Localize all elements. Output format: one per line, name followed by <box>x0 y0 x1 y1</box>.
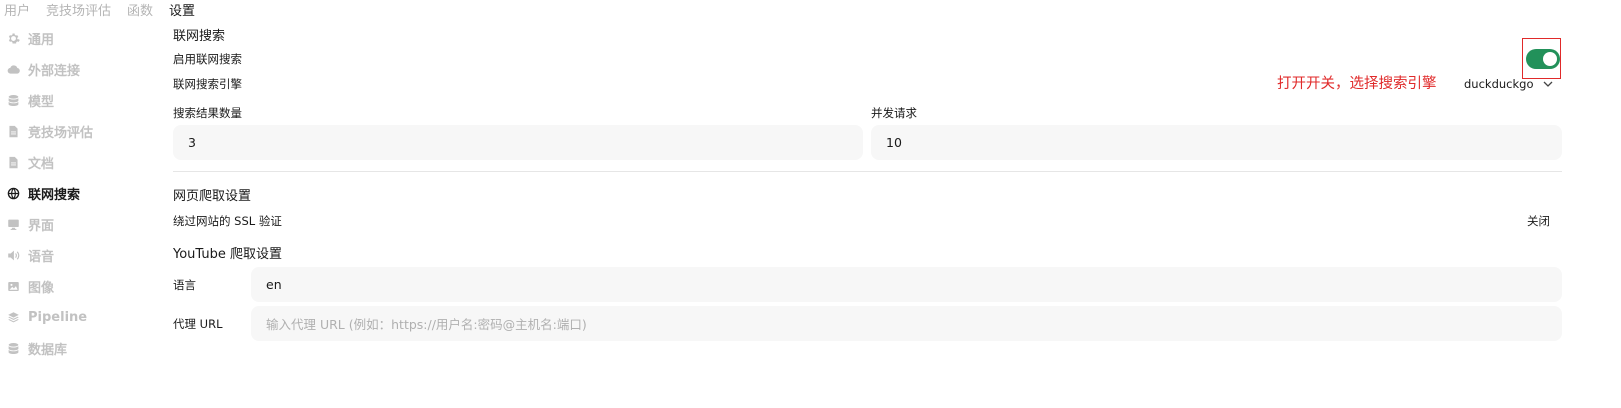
monitor-icon <box>6 217 20 231</box>
proxy-url-input[interactable]: 输入代理 URL (例如：https://用户名:密码@主机名:端口) <box>251 306 1562 341</box>
ssl-bypass-toggle[interactable]: 关闭 <box>1527 213 1550 229</box>
document-icon <box>6 155 20 169</box>
language-label: 语言 <box>173 278 196 292</box>
sidebar-item-pipeline[interactable]: Pipeline <box>6 307 87 327</box>
sidebar-item-documents[interactable]: 文档 <box>6 152 54 172</box>
crawl-section-title: 网页爬取设置 <box>173 189 252 204</box>
cloud-icon <box>6 62 20 76</box>
sidebar-item-label: 通用 <box>28 32 55 48</box>
sidebar-item-label: 语音 <box>28 249 55 265</box>
tab-arena[interactable]: 竞技场评估 <box>46 0 111 19</box>
youtube-section-title: YouTube 爬取设置 <box>173 247 282 262</box>
concurrent-requests-input[interactable]: 10 <box>871 125 1562 160</box>
result-count-input[interactable]: 3 <box>173 125 863 160</box>
chevron-down-icon <box>1544 81 1553 87</box>
globe-icon <box>6 186 20 200</box>
ssl-bypass-label: 绕过网站的 SSL 验证 <box>173 214 282 228</box>
gear-icon <box>6 31 20 45</box>
result-count-label: 搜索结果数量 <box>173 106 242 120</box>
proxy-url-label: 代理 URL <box>173 317 223 331</box>
concurrent-requests-label: 并发请求 <box>871 106 917 120</box>
tab-functions[interactable]: 函数 <box>127 0 153 19</box>
image-icon <box>6 279 20 293</box>
web-search-section-title: 联网搜索 <box>173 29 226 44</box>
sidebar-item-label: 联网搜索 <box>28 187 81 203</box>
layers-icon <box>6 310 20 324</box>
sidebar-item-label: 数据库 <box>28 342 68 358</box>
sidebar-item-database[interactable]: 数据库 <box>6 338 67 358</box>
document-icon <box>6 124 20 138</box>
section-divider <box>173 171 1562 172</box>
sidebar-item-label: Pipeline <box>28 309 88 325</box>
speaker-icon <box>6 248 20 262</box>
annotation-text: 打开开关，选择搜索引擎 <box>1277 76 1437 92</box>
sidebar-item-audio[interactable]: 语音 <box>6 245 54 265</box>
enable-web-search-label: 启用联网搜索 <box>173 52 242 66</box>
sidebar-item-label: 图像 <box>28 280 55 296</box>
sidebar-item-web-search[interactable]: 联网搜索 <box>6 183 80 203</box>
search-engine-label: 联网搜索引擎 <box>173 77 242 91</box>
sidebar-item-interface[interactable]: 界面 <box>6 214 54 234</box>
sidebar-item-arena[interactable]: 竞技场评估 <box>6 121 93 141</box>
tab-users[interactable]: 用户 <box>4 0 30 19</box>
database-icon <box>6 93 20 107</box>
language-input[interactable]: en <box>251 267 1562 302</box>
sidebar-item-connections[interactable]: 外部连接 <box>6 59 80 79</box>
sidebar-item-label: 模型 <box>28 94 55 110</box>
database-icon <box>6 341 20 355</box>
sidebar-item-label: 竞技场评估 <box>28 125 94 141</box>
sidebar-item-models[interactable]: 模型 <box>6 90 54 110</box>
sidebar-item-label: 界面 <box>28 218 55 234</box>
sidebar-item-label: 文档 <box>28 156 55 172</box>
sidebar-item-label: 外部连接 <box>28 63 81 79</box>
search-engine-value: duckduckgo <box>1464 77 1534 91</box>
top-tabs: 用户 竞技场评估 函数 设置 <box>4 0 211 19</box>
tab-settings[interactable]: 设置 <box>169 0 195 19</box>
search-engine-select[interactable]: duckduckgo <box>1464 76 1553 92</box>
annotation-highlight-box <box>1522 38 1561 79</box>
sidebar-item-general[interactable]: 通用 <box>6 28 54 48</box>
sidebar-item-images[interactable]: 图像 <box>6 276 54 296</box>
